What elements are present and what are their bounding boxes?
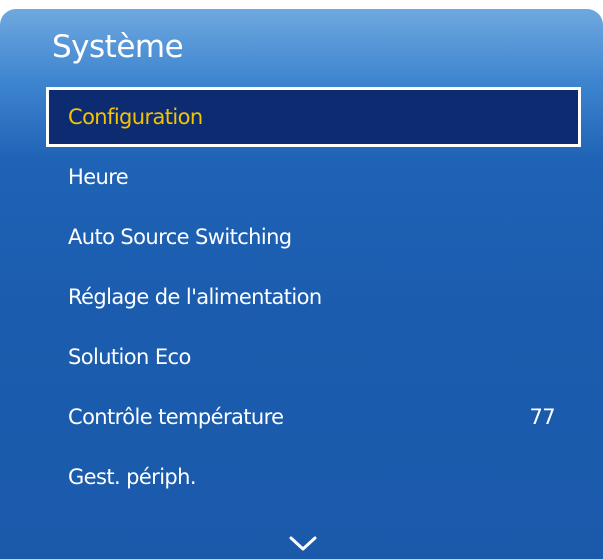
temperature-value: 77 xyxy=(529,405,555,429)
system-menu-panel: Système Configuration Heure Auto Source … xyxy=(0,9,603,559)
menu-item-reglage-alimentation[interactable]: Réglage de l'alimentation xyxy=(46,267,581,327)
menu-item-auto-source-switching[interactable]: Auto Source Switching xyxy=(46,207,581,267)
menu-item-label: Heure xyxy=(68,165,129,189)
menu-item-label: Gest. périph. xyxy=(68,465,197,489)
menu-list: Configuration Heure Auto Source Switchin… xyxy=(46,87,581,507)
menu-item-heure[interactable]: Heure xyxy=(46,147,581,207)
scroll-down-button[interactable] xyxy=(288,533,318,553)
menu-item-label: Configuration xyxy=(68,105,203,129)
menu-item-gest-peripherique[interactable]: Gest. périph. xyxy=(46,447,581,507)
menu-item-configuration[interactable]: Configuration xyxy=(46,87,581,147)
menu-item-label: Contrôle température xyxy=(68,405,284,429)
menu-item-label: Solution Eco xyxy=(68,345,191,369)
menu-item-solution-eco[interactable]: Solution Eco xyxy=(46,327,581,387)
menu-title: Système xyxy=(52,29,184,65)
menu-item-controle-temperature[interactable]: Contrôle température 77 xyxy=(46,387,581,447)
chevron-down-icon xyxy=(289,536,317,551)
menu-item-label: Réglage de l'alimentation xyxy=(68,285,322,309)
menu-item-label: Auto Source Switching xyxy=(68,225,292,249)
